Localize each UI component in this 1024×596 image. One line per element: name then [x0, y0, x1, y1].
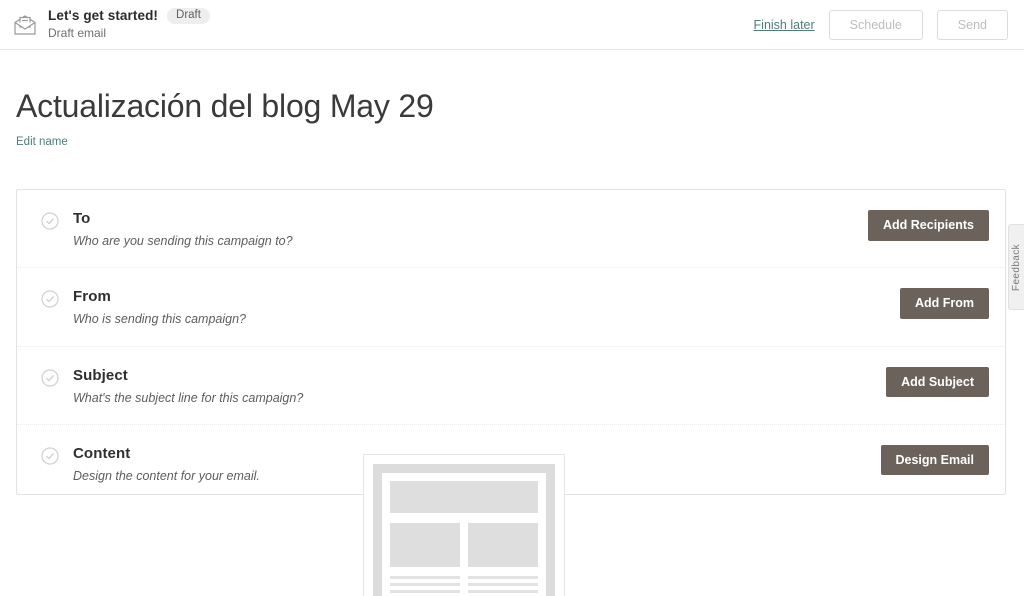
check-circle-icon: [41, 447, 59, 465]
check-circle-icon: [41, 290, 59, 308]
checklist-row-from[interactable]: From Who is sending this campaign? Add F…: [17, 267, 1005, 345]
page-heading-block: Actualización del blog May 29 Edit name: [0, 50, 1024, 150]
template-body: [373, 464, 555, 596]
send-button[interactable]: Send: [936, 9, 1008, 41]
campaign-summary: Let's get started! Draft Draft email: [12, 8, 210, 42]
status-badge: Draft: [167, 7, 210, 25]
header-actions: Finish later Schedule Send: [754, 0, 1008, 50]
checklist-description: What's the subject line for this campaig…: [73, 390, 304, 405]
app-header: Let's get started! Draft Draft email Fin…: [0, 0, 1024, 50]
edit-name-link[interactable]: Edit name: [16, 136, 68, 148]
campaign-title: Let's get started!: [48, 7, 159, 23]
checklist-description: Who is sending this campaign?: [73, 312, 247, 327]
template-hero-placeholder: [390, 481, 538, 513]
template-column-placeholder: [390, 523, 460, 567]
template-text-placeholder: [390, 576, 538, 596]
add-subject-button[interactable]: Add Subject: [886, 366, 989, 397]
checklist-description: Who are you sending this campaign to?: [73, 234, 293, 248]
email-template-preview[interactable]: [363, 454, 565, 596]
add-from-button[interactable]: Add From: [899, 288, 989, 319]
checklist-title: Content: [73, 444, 131, 462]
check-circle-icon: [41, 212, 59, 230]
checklist-description: Design the content for your email.: [73, 468, 260, 483]
campaign-checklist-card: To Who are you sending this campaign to?…: [16, 189, 1006, 495]
page-title: Actualización del blog May 29: [16, 88, 434, 124]
feedback-tab[interactable]: Feedback: [1008, 224, 1024, 310]
template-column-placeholder: [468, 523, 538, 567]
design-email-button[interactable]: Design Email: [880, 444, 989, 476]
checklist-row-subject[interactable]: Subject What's the subject line for this…: [17, 345, 1005, 424]
campaign-meta: Let's get started! Draft Draft email: [48, 8, 210, 42]
check-circle-icon: [41, 368, 59, 387]
checklist-row-to[interactable]: To Who are you sending this campaign to?…: [17, 190, 1005, 267]
add-recipients-button[interactable]: Add Recipients: [868, 210, 989, 241]
campaign-subtitle: Draft email: [48, 26, 107, 41]
template-columns-placeholder: [390, 523, 538, 567]
open-envelope-icon: [12, 12, 38, 38]
checklist-title: From: [73, 288, 111, 306]
schedule-button[interactable]: Schedule: [828, 9, 923, 41]
checklist-title: To: [73, 210, 91, 227]
feedback-tab-label: Feedback: [1011, 243, 1022, 291]
finish-later-link[interactable]: Finish later: [754, 18, 815, 32]
checklist-title: Subject: [73, 366, 128, 384]
template-frame: [363, 454, 565, 596]
